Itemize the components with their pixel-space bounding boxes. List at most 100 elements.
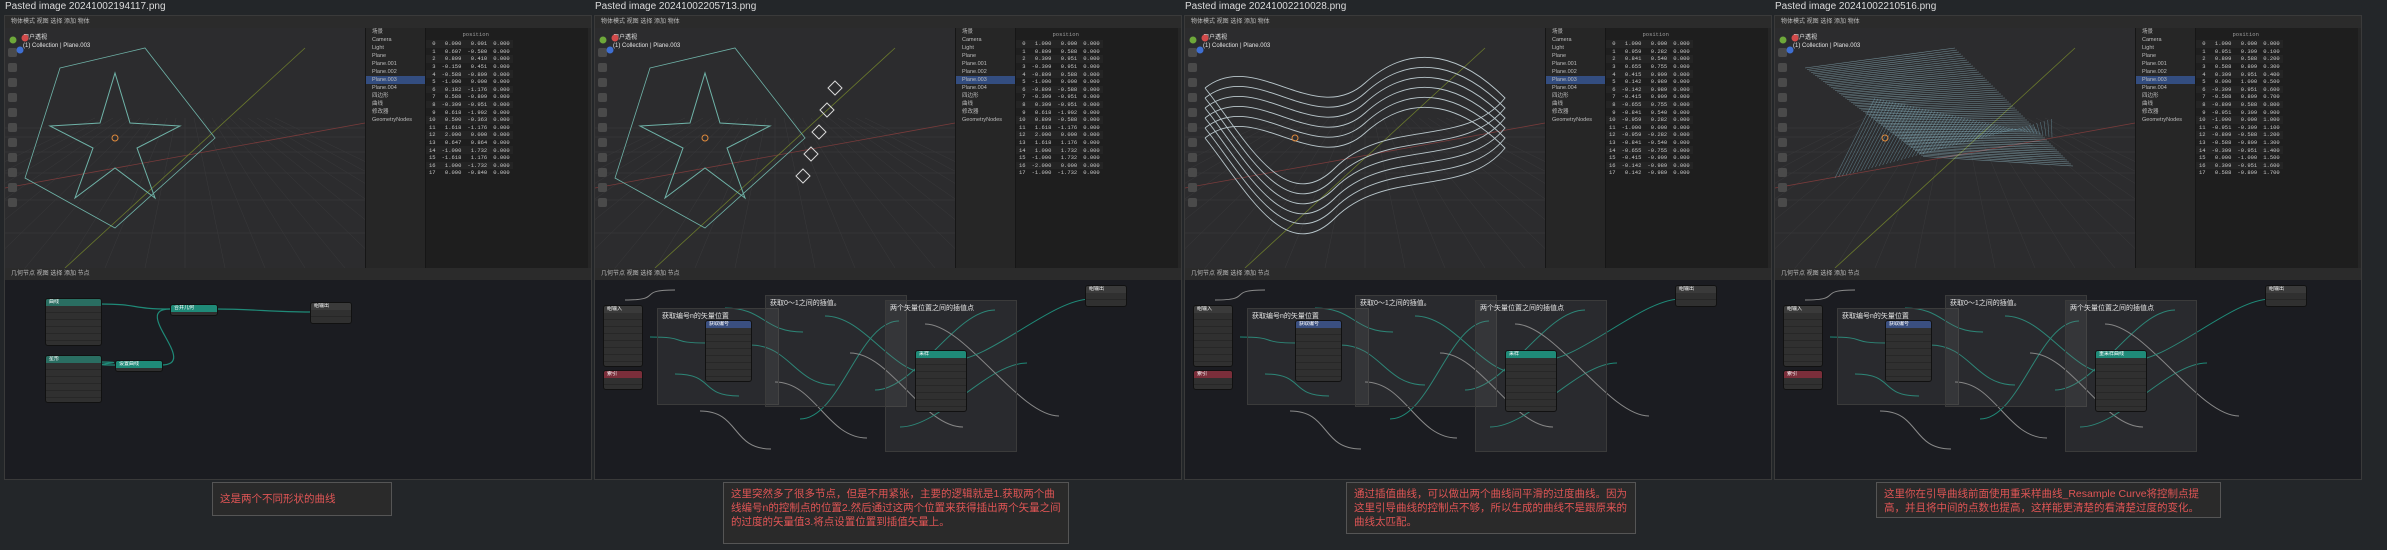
outliner-item[interactable]: Camera: [956, 36, 1016, 44]
tool-icon[interactable]: [1778, 168, 1787, 177]
outliner-item[interactable]: 四边形: [366, 92, 426, 100]
tool-icon[interactable]: [1778, 63, 1787, 72]
node-socket-row[interactable]: [1296, 342, 1341, 349]
outliner-item[interactable]: 修改器: [2136, 108, 2196, 116]
geometry-node[interactable]: 采样: [915, 350, 967, 412]
outliner-item[interactable]: 场景: [2136, 28, 2196, 36]
spreadsheet-panel[interactable]: position 0 1.000 0.000 0.000 1 0.951 0.309 0.100…: [2195, 28, 2361, 268]
outliner-item[interactable]: 曲线: [366, 100, 426, 108]
viewport-menu[interactable]: 物体模式 视图 选择 添加 物体: [1781, 19, 1860, 25]
tool-icon[interactable]: [1778, 78, 1787, 87]
tool-icon[interactable]: [598, 123, 607, 132]
tool-icon[interactable]: [598, 93, 607, 102]
outliner-item[interactable]: Plane.003: [956, 76, 1016, 84]
tool-icon[interactable]: [1778, 198, 1787, 207]
outliner-item[interactable]: 曲线: [1546, 100, 1606, 108]
node-editor[interactable]: 获取编号n的矢量位置 获取0～1之间的插值。 两个矢量位置之间的插值点 组输入 索引 获取…: [1185, 280, 1771, 479]
outliner-item[interactable]: Light: [1546, 44, 1606, 52]
node-socket-row[interactable]: [604, 327, 642, 334]
node-socket-row[interactable]: [706, 370, 751, 377]
viewport-canvas[interactable]: [1775, 28, 2135, 268]
outliner-item[interactable]: GeometryNodes: [366, 116, 426, 124]
node-socket-row[interactable]: [1506, 400, 1556, 407]
node-socket-row[interactable]: [2096, 400, 2146, 407]
node-socket-row[interactable]: [916, 372, 966, 379]
outliner-panel[interactable]: 场景 Camera Light Plane Plane.001 Plane.002 Plan…: [1545, 28, 1606, 268]
geometry-node[interactable]: 索引: [603, 370, 643, 390]
node-socket-row[interactable]: [2096, 393, 2146, 400]
outliner-item[interactable]: 曲线: [2136, 100, 2196, 108]
geometry-node[interactable]: 组输出: [310, 302, 352, 324]
node-socket-row[interactable]: [1784, 334, 1822, 341]
outliner-item[interactable]: Camera: [366, 36, 426, 44]
node-header[interactable]: 组输出: [311, 303, 351, 310]
node-header[interactable]: 索引: [1784, 371, 1822, 378]
outliner-item[interactable]: 修改器: [1546, 108, 1606, 116]
3d-viewport[interactable]: 用户透视 (1) Collection | Plane.003: [5, 28, 365, 268]
geometry-node[interactable]: 组输出: [2265, 285, 2307, 307]
node-socket-row[interactable]: [1784, 341, 1822, 348]
outliner-item[interactable]: Plane: [2136, 52, 2196, 60]
geometry-node[interactable]: 组输入: [603, 305, 643, 367]
node-socket-row[interactable]: [1194, 327, 1232, 334]
node-socket-row[interactable]: [604, 348, 642, 355]
tool-icon[interactable]: [598, 153, 607, 162]
geometry-node[interactable]: 星形: [45, 355, 102, 403]
outliner-item[interactable]: 场景: [956, 28, 1016, 36]
tool-icon[interactable]: [8, 63, 17, 72]
node-socket-row[interactable]: [1784, 348, 1822, 355]
node-socket-row[interactable]: [2096, 365, 2146, 372]
outliner-item[interactable]: Light: [2136, 44, 2196, 52]
geometry-node[interactable]: 重采样曲线: [2095, 350, 2147, 412]
node-socket-row[interactable]: [2266, 293, 2306, 300]
outliner-item[interactable]: GeometryNodes: [2136, 116, 2196, 124]
node-socket-row[interactable]: [46, 327, 101, 334]
axis-gizmo-ball[interactable]: [1196, 46, 1204, 54]
node-editor[interactable]: 获取编号n的矢量位置 获取0～1之间的插值。 两个矢量位置之间的插值点 组输入 索引 获取…: [595, 280, 1181, 479]
outliner-item[interactable]: Plane.003: [1546, 76, 1606, 84]
outliner-item[interactable]: Plane.003: [2136, 76, 2196, 84]
node-socket-row[interactable]: [604, 320, 642, 327]
node-socket-row[interactable]: [2096, 372, 2146, 379]
outliner-item[interactable]: 四边形: [1546, 92, 1606, 100]
outliner-item[interactable]: Plane.001: [956, 60, 1016, 68]
viewport-canvas[interactable]: [595, 28, 955, 268]
geometry-node[interactable]: 获取编号: [1295, 320, 1342, 382]
tool-icon[interactable]: [1188, 78, 1197, 87]
node-editor[interactable]: 曲线 合并几何 组输出 星形 设置曲线: [5, 280, 591, 479]
node-socket-row[interactable]: [1886, 328, 1931, 335]
geometry-node[interactable]: 合并几何: [170, 304, 218, 316]
node-header[interactable]: 曲线: [46, 299, 101, 306]
node-header[interactable]: 采样: [1506, 351, 1556, 358]
tool-icon[interactable]: [8, 93, 17, 102]
outliner-item[interactable]: Plane.004: [366, 84, 426, 92]
outliner-item[interactable]: GeometryNodes: [1546, 116, 1606, 124]
scrollbar[interactable]: [2358, 28, 2361, 268]
toolbar[interactable]: [597, 48, 609, 248]
tool-icon[interactable]: [598, 198, 607, 207]
node-socket-row[interactable]: [46, 334, 101, 341]
outliner-item[interactable]: 曲线: [956, 100, 1016, 108]
node-header[interactable]: 合并几何: [171, 305, 217, 312]
node-socket-row[interactable]: [1784, 320, 1822, 327]
node-socket-row[interactable]: [46, 370, 101, 377]
node-socket-row[interactable]: [46, 320, 101, 327]
tool-icon[interactable]: [598, 138, 607, 147]
node-socket-row[interactable]: [1886, 370, 1931, 377]
tool-icon[interactable]: [1188, 63, 1197, 72]
axis-gizmo-ball[interactable]: [9, 36, 17, 44]
tool-icon[interactable]: [1778, 183, 1787, 192]
tool-icon[interactable]: [8, 138, 17, 147]
axis-gizmo-ball[interactable]: [16, 46, 24, 54]
origin-icon[interactable]: [111, 134, 119, 142]
node-socket-row[interactable]: [46, 363, 101, 370]
geometry-node[interactable]: 索引: [1783, 370, 1823, 390]
node-socket-row[interactable]: [706, 356, 751, 363]
axis-gizmo-ball[interactable]: [21, 34, 29, 42]
outliner-panel[interactable]: 场景 Camera Light Plane Plane.001 Plane.002 Plan…: [955, 28, 1016, 268]
axis-gizmo-ball[interactable]: [1189, 36, 1197, 44]
outliner-item[interactable]: Plane: [1546, 52, 1606, 60]
3d-viewport[interactable]: 用户透视 (1) Collection | Plane.003: [1775, 28, 2135, 268]
spreadsheet-panel[interactable]: position 0 1.000 0.000 0.000 1 0.959 0.282 0.000…: [1605, 28, 1771, 268]
geometry-node[interactable]: 获取编号: [1885, 320, 1932, 382]
